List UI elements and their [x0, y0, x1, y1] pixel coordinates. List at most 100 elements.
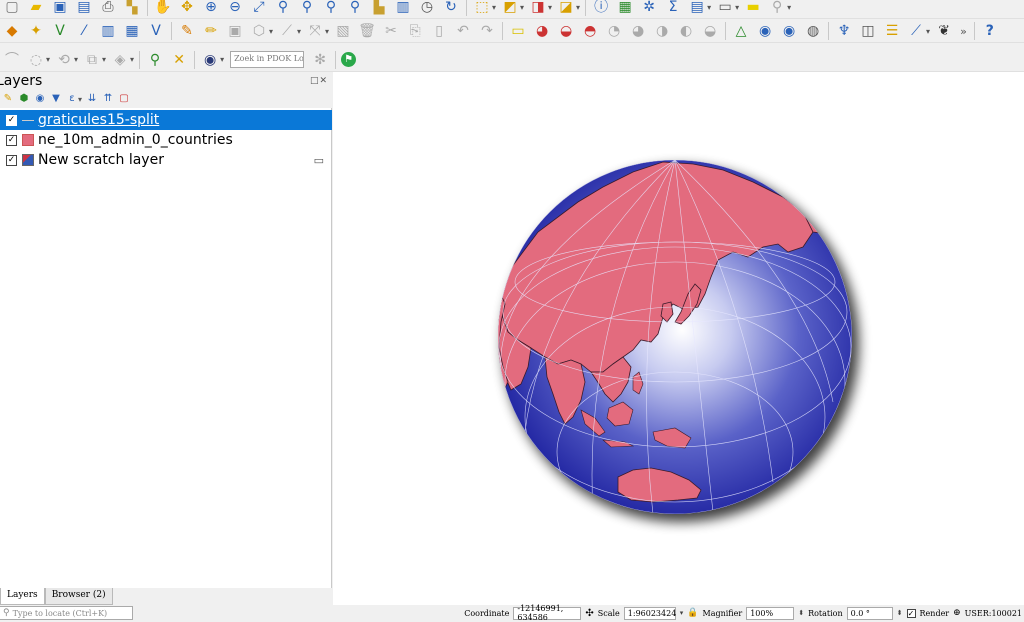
zoom-in-icon[interactable]: ⊕ — [201, 0, 221, 17]
extents-toggle-icon[interactable]: ✣ — [585, 608, 593, 619]
deselect-icon[interactable]: ◩ — [500, 0, 520, 17]
virtual-layer-icon[interactable]: V — [50, 21, 70, 41]
offset-curve-icon[interactable]: ⧉ — [82, 50, 102, 70]
db-manager-icon[interactable]: ☰ — [882, 21, 902, 41]
save-project-icon[interactable]: ▣ — [50, 0, 70, 17]
map-tips-icon[interactable]: ▬ — [743, 0, 763, 17]
chevron-down-icon[interactable]: ▾ — [492, 3, 496, 12]
chevron-down-icon[interactable]: ▾ — [220, 55, 224, 64]
delete-feature-icon[interactable]: 🗑 — [357, 21, 377, 41]
edit-pencil-icon[interactable]: ✏ — [201, 21, 221, 41]
zoom-last-icon[interactable]: ⚲ — [321, 0, 341, 17]
vertex-tool-icon[interactable]: ⟋ — [277, 21, 297, 41]
statistics-icon[interactable]: Σ — [663, 0, 683, 17]
label-rotate-icon[interactable]: ◓ — [580, 21, 600, 41]
temporary-layer-icon[interactable]: ▭ — [314, 154, 324, 167]
undo-icon[interactable]: ↶ — [453, 21, 473, 41]
profile-icon[interactable]: ⟋ — [906, 21, 926, 41]
print-layout-icon[interactable]: ⎙ — [98, 0, 118, 17]
new-bookmark-icon[interactable]: ▙ — [369, 0, 389, 17]
copy-icon[interactable]: ⎘ — [405, 21, 425, 41]
rotation-spin-icon[interactable]: ⬍ — [897, 609, 903, 617]
metasearch-icon[interactable]: ◫ — [858, 21, 878, 41]
crs-label[interactable]: USER:100021 — [965, 609, 1022, 618]
chevron-down-icon[interactable]: ▾ — [926, 27, 930, 36]
add-raster-icon[interactable]: ▦ — [122, 21, 142, 41]
zoom-out-icon[interactable]: ⊖ — [225, 0, 245, 17]
chevron-down-icon[interactable]: ▾ — [78, 95, 82, 104]
crs-icon[interactable]: ✕ — [169, 50, 189, 70]
label-move-icon[interactable]: ◒ — [556, 21, 576, 41]
paste-icon[interactable]: ▯ — [429, 21, 449, 41]
add-group-icon[interactable]: ⬢ — [17, 92, 31, 106]
globe-b-icon[interactable]: ◍ — [803, 21, 823, 41]
render-checkbox[interactable]: ✓ — [906, 608, 916, 618]
label-props-icon[interactable]: ◐ — [676, 21, 696, 41]
help-icon[interactable]: ? — [980, 21, 1000, 41]
save-as-icon[interactable]: ▤ — [74, 0, 94, 17]
annotation-icon[interactable]: ⚲ — [767, 0, 787, 17]
label-undo-icon[interactable]: ◒ — [700, 21, 720, 41]
redo-icon[interactable]: ↷ — [477, 21, 497, 41]
scale-dropdown-icon[interactable]: ▾ — [680, 609, 684, 617]
layer-row-countries[interactable]: ✓ ne_10m_admin_0_countries — [0, 130, 332, 150]
locator-search-input[interactable]: ⚲ Type to locate (Ctrl+K) — [0, 606, 133, 620]
label-show-icon[interactable]: ◕ — [628, 21, 648, 41]
refresh-icon[interactable]: ↻ — [441, 0, 461, 17]
style-panel-icon[interactable]: ✎ — [1, 92, 15, 106]
plugin-icon[interactable]: ❦ — [934, 21, 954, 41]
collapse-all-icon[interactable]: ⇈ — [101, 92, 115, 106]
manage-theme-icon[interactable]: ◉ — [33, 92, 47, 106]
chevron-down-icon[interactable]: ▾ — [735, 3, 739, 12]
digitize-pencil-icon[interactable]: ✎ — [177, 21, 197, 41]
tab-browser[interactable]: Browser (2) — [44, 588, 113, 605]
chevron-down-icon[interactable]: ▾ — [707, 3, 711, 12]
rotate-feature-icon[interactable]: ⟲ — [54, 50, 74, 70]
qgis-grid-icon[interactable]: △ — [731, 21, 751, 41]
cut-icon[interactable]: ✂ — [381, 21, 401, 41]
add-vector-icon[interactable]: ⁄ — [74, 21, 94, 41]
magnifier-spin-icon[interactable]: ⬍ — [798, 609, 804, 617]
pan-icon[interactable]: ✋ — [153, 0, 173, 17]
layer-visibility-checkbox[interactable]: ✓ — [6, 134, 17, 146]
layer-row-graticules[interactable]: ✓ graticules15-split — [0, 110, 332, 130]
chevron-down-icon[interactable]: ▾ — [787, 3, 791, 12]
style-manager-icon[interactable]: ▚ — [122, 0, 142, 17]
chevron-down-icon[interactable]: ▾ — [325, 27, 329, 36]
attribute-table-icon[interactable]: ▤ — [687, 0, 707, 17]
python-icon[interactable]: ♆ — [834, 21, 854, 41]
crs-globe-icon[interactable]: ⊕ — [953, 608, 961, 618]
split-feature-icon[interactable]: ◈ — [110, 50, 130, 70]
label-pin-icon[interactable]: ◕ — [532, 21, 552, 41]
data-source-manager-icon[interactable]: ◆ — [2, 21, 22, 41]
remove-layer-icon[interactable]: ▢ — [117, 92, 131, 106]
pan-to-selection-icon[interactable]: ✥ — [177, 0, 197, 17]
georef-icon[interactable]: ◉ — [755, 21, 775, 41]
magnifier-field[interactable]: 100% — [746, 606, 795, 620]
expand-all-icon[interactable]: ⇊ — [85, 92, 99, 106]
green-share-icon[interactable]: ⚑ — [341, 52, 357, 67]
layer-row-scratch[interactable]: ✓ New scratch layer ▭ — [0, 150, 332, 170]
filter-legend-icon[interactable]: ▼ — [49, 92, 63, 106]
diagram-icon[interactable]: ◔ — [604, 21, 624, 41]
tab-layers[interactable]: Layers — [0, 588, 45, 605]
identify-icon[interactable]: ◪ — [556, 0, 576, 17]
label-icon[interactable]: ▭ — [508, 21, 528, 41]
scale-field[interactable]: 1:96023424 — [623, 606, 676, 620]
move-feature-icon[interactable]: ⤧ — [305, 21, 325, 41]
advanced-digitize-icon[interactable]: ⌒ — [2, 50, 22, 70]
new-layer-icon[interactable]: ✦ — [26, 21, 46, 41]
shape-digitize-icon[interactable]: ◌ — [26, 50, 46, 70]
chevron-down-icon[interactable]: ▾ — [520, 3, 524, 12]
lock-scale-icon[interactable]: 🔒 — [687, 608, 698, 618]
add-wms-icon[interactable]: ▥ — [98, 21, 118, 41]
field-calculator-icon[interactable]: ▦ — [615, 0, 635, 17]
add-virtual-icon[interactable]: V — [146, 21, 166, 41]
pdok-locator-input[interactable]: Zoek in PDOK Loc··· — [230, 51, 305, 68]
map-canvas[interactable] — [333, 72, 1024, 605]
zoom-to-selection-icon[interactable]: ⚲ — [273, 0, 293, 17]
new-project-icon[interactable]: ▢ — [2, 0, 22, 17]
chevron-down-icon[interactable]: ▾ — [297, 27, 301, 36]
zoom-to-layer-icon[interactable]: ⚲ — [297, 0, 317, 17]
chevron-down-icon[interactable]: ▾ — [74, 55, 78, 64]
